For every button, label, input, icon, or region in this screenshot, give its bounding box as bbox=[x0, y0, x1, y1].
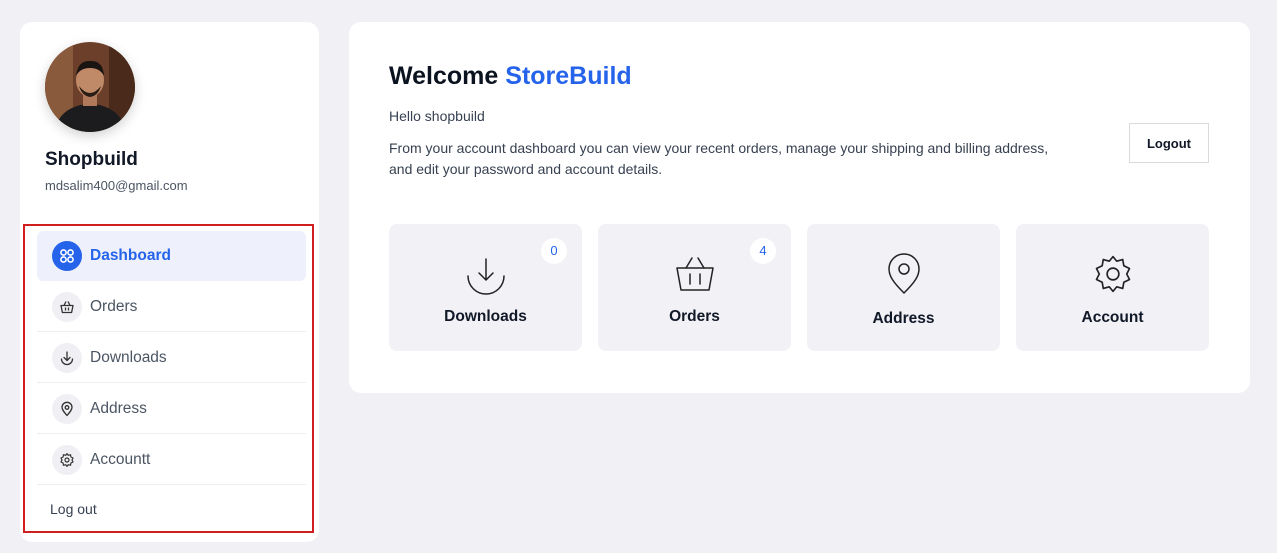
sidebar-item-label: Accountt bbox=[90, 450, 151, 468]
card-label: Account bbox=[1081, 309, 1144, 326]
basket-icon bbox=[675, 257, 714, 291]
brand-name: StoreBuild bbox=[505, 62, 632, 90]
download-icon bbox=[466, 258, 505, 295]
sidebar-item-address[interactable]: Address bbox=[37, 384, 306, 434]
orders-count-badge: 4 bbox=[750, 238, 776, 264]
sidebar-item-label: Dashboard bbox=[90, 247, 171, 264]
profile-name: Shopbuild bbox=[45, 149, 138, 170]
address-card[interactable]: Address bbox=[807, 224, 1000, 351]
sidebar-item-label: Orders bbox=[90, 297, 138, 315]
greeting-text: Hello shopbuild bbox=[389, 108, 485, 124]
gear-icon bbox=[52, 444, 82, 475]
sidebar-nav: Dashboard Orders Downloads Address Accou… bbox=[23, 224, 314, 533]
downloads-count-badge: 0 bbox=[541, 238, 567, 264]
sidebar-item-label: Downloads bbox=[90, 348, 167, 366]
account-card[interactable]: Account bbox=[1016, 224, 1209, 351]
sidebar-item-orders[interactable]: Orders bbox=[37, 282, 306, 332]
profile-email: mdsalim400@gmail.com bbox=[45, 178, 188, 193]
download-icon bbox=[52, 342, 82, 373]
welcome-text: Welcome bbox=[389, 62, 499, 90]
downloads-card[interactable]: 0 Downloads bbox=[389, 224, 582, 351]
dashboard-description: From your account dashboard you can view… bbox=[389, 140, 1049, 177]
logout-button[interactable]: Logout bbox=[1129, 123, 1209, 163]
sidebar-item-account[interactable]: Accountt bbox=[37, 435, 306, 485]
avatar bbox=[45, 42, 135, 132]
account-sidebar: Shopbuild mdsalim400@gmail.com Dashboard… bbox=[20, 22, 319, 542]
page-title: Welcome StoreBuild bbox=[389, 62, 632, 91]
sidebar-item-dashboard[interactable]: Dashboard bbox=[37, 231, 306, 281]
card-label: Downloads bbox=[444, 308, 527, 325]
basket-icon bbox=[52, 291, 82, 322]
location-pin-icon bbox=[887, 253, 920, 294]
card-label: Orders bbox=[669, 308, 720, 325]
gear-icon bbox=[1095, 255, 1130, 293]
location-pin-icon bbox=[52, 393, 82, 424]
dashboard-panel: Welcome StoreBuild Hello shopbuild From … bbox=[349, 22, 1250, 393]
sidebar-item-label: Address bbox=[90, 399, 147, 417]
card-label: Address bbox=[872, 310, 935, 327]
logout-link[interactable]: Log out bbox=[50, 501, 97, 517]
sidebar-item-downloads[interactable]: Downloads bbox=[37, 333, 306, 383]
orders-card[interactable]: 4 Orders bbox=[598, 224, 791, 351]
grid-icon bbox=[52, 241, 82, 271]
